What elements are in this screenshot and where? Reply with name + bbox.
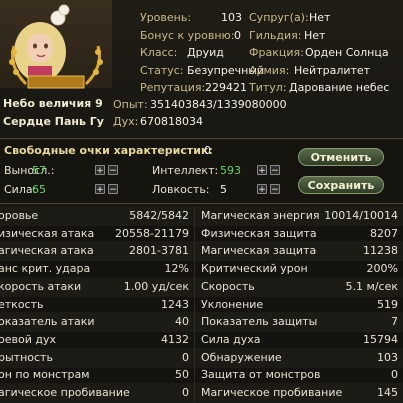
free-points-label: Свободные очки характеристик: (4, 144, 213, 157)
spouse-value: Нет (309, 11, 331, 24)
stat-value: 5842/5842 (129, 209, 189, 222)
stat-label: Скорость (201, 279, 255, 293)
strength-plus-button[interactable]: + (95, 184, 105, 195)
agility-minus-button[interactable]: − (270, 184, 280, 195)
agility-label: Ловкость: (152, 183, 210, 196)
stat-value: 0 (182, 350, 189, 364)
stat-label: Уклонение (201, 297, 264, 311)
class-value: Друид (187, 46, 224, 59)
stat-label: оровье (0, 209, 39, 222)
stat-value: 15794 (363, 332, 398, 346)
stat-value: 5.1 м/сек (345, 279, 398, 293)
stat-value: 11238 (363, 244, 398, 258)
experience-label: Опыт: (113, 98, 148, 111)
intellect-label: Интеллект: (152, 164, 219, 177)
stat-label: он по монстрам (0, 368, 90, 382)
intellect-plus-button[interactable]: + (257, 165, 267, 176)
agility-value: 5 (220, 183, 227, 196)
column-separator (194, 206, 195, 401)
stat-label: корость атаки (0, 279, 82, 293)
stats-table: оровье 5842/5842 Магическая энергия 10014/1… (0, 206, 403, 403)
level-bonus-label: Бонус к уровню: (140, 29, 235, 42)
status-label: Статус: (140, 64, 184, 77)
stat-value: 0 (391, 368, 398, 382)
level-bonus-value: 0 (234, 29, 241, 42)
stat-value: 519 (377, 297, 398, 311)
faction-label: Фракция: (249, 46, 304, 59)
stat-value: 40 (175, 315, 189, 329)
rank-subtitle: Сердце Пань Гу (3, 115, 104, 128)
stat-value: 12% (164, 262, 189, 276)
stat-value: 145 (377, 386, 398, 399)
spirit-label: Дух: (113, 115, 139, 128)
class-label: Класс: (140, 46, 178, 59)
stat-value: 1243 (161, 297, 189, 311)
strength-minus-button[interactable]: − (108, 184, 118, 195)
laurel-wreath-icon (9, 45, 103, 89)
stat-value: 50 (175, 368, 189, 382)
stat-value: 7 (391, 315, 398, 329)
stat-value: 0 (182, 386, 189, 399)
cancel-button[interactable]: Отменить (298, 148, 384, 166)
divider (0, 138, 403, 139)
stat-label: оевой дух (0, 332, 56, 346)
level-value: 103 (221, 11, 242, 24)
stamina-label: Выносл.: (4, 164, 55, 177)
divider (0, 203, 403, 204)
stamina-plus-button[interactable]: + (95, 165, 105, 176)
army-value: Нейтралитет (294, 64, 371, 77)
army-label: Армия: (249, 64, 290, 77)
spirit-value: 670818034 (140, 115, 203, 128)
stat-label: Сила духа (201, 332, 261, 346)
stat-value: 103 (377, 350, 398, 364)
stat-label: рытность (0, 350, 53, 364)
rank-title: Небо величия 9 (3, 97, 103, 110)
stat-label: Обнаружение (201, 350, 282, 364)
title-value: Дарование небес (289, 81, 390, 94)
reputation-label: Репутация: (140, 81, 206, 94)
reputation-value: 229421 (205, 81, 247, 94)
guild-label: Гильдия: (249, 29, 302, 42)
experience-value: 351403843/1339080000 (150, 98, 287, 111)
stat-value: 1.00 уд/сек (123, 279, 189, 293)
intellect-minus-button[interactable]: − (270, 165, 280, 176)
spouse-label: Супруг(а): (249, 11, 309, 24)
free-points-value: 0 (204, 144, 211, 157)
stat-value: 10014/10014 (324, 209, 398, 222)
title-label: Титул: (249, 81, 287, 94)
stat-label: еткость (0, 297, 44, 311)
stat-value: 4132 (161, 332, 189, 346)
stamina-value: 57 (32, 164, 46, 177)
intellect-value: 593 (220, 164, 241, 177)
stat-value: 8207 (370, 226, 398, 240)
stat-label: Магическая защита (201, 244, 317, 258)
stat-label: анс крит. удара (0, 262, 91, 276)
save-button[interactable]: Сохранить (298, 176, 384, 194)
stat-label: Критический урон (201, 262, 308, 276)
strength-value: 65 (32, 183, 46, 196)
stat-value: 20558-21179 (115, 226, 189, 240)
level-label: Уровень: (140, 11, 192, 24)
stamina-minus-button[interactable]: − (108, 165, 118, 176)
faction-value: Орден Солнца (305, 46, 389, 59)
stat-value: 200% (366, 262, 398, 276)
stat-value: 2801-3781 (129, 244, 189, 258)
agility-plus-button[interactable]: + (257, 184, 267, 195)
guild-value: Нет (304, 29, 326, 42)
table-row: агическое пробивание 0 Магическое пробиван… (0, 383, 403, 403)
